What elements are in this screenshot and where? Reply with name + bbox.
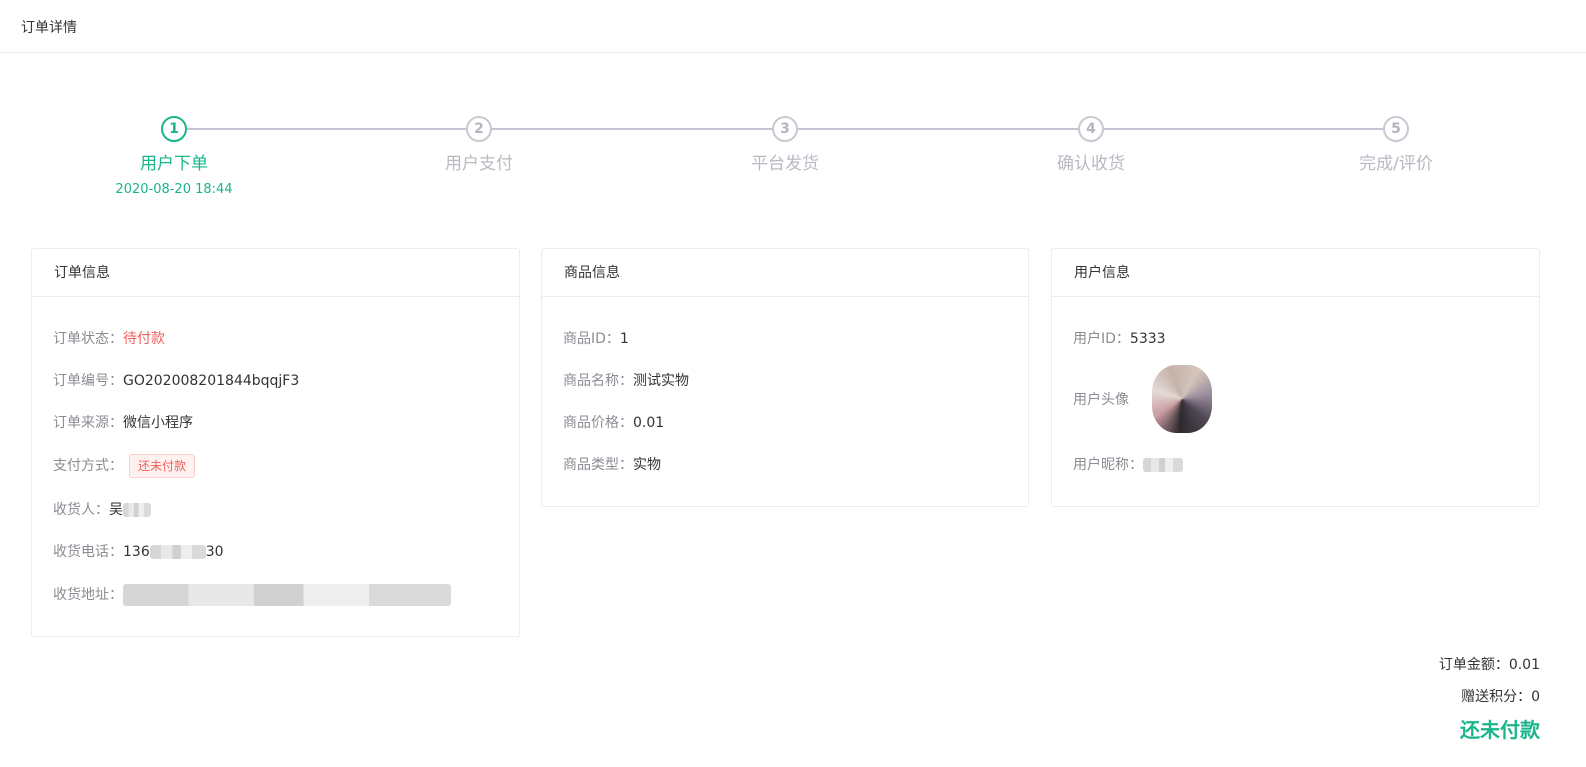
step-user-order: 1 用户下单 2020-08-20 18:44: [54, 110, 294, 197]
step-label: 平台发货: [751, 154, 819, 174]
bonus-points-value: 0: [1531, 689, 1540, 705]
phone-row: 收货电话：136 30: [53, 540, 224, 564]
payment-status-text: 还未付款: [1460, 718, 1540, 742]
goods-price-label: 商品价格：: [563, 415, 633, 431]
order-no-label: 订单编号：: [53, 373, 123, 389]
goods-name-value: 测试实物: [633, 373, 689, 389]
step-time: 2020-08-20 18:44: [115, 182, 233, 197]
order-amount-value: 0.01: [1508, 657, 1540, 673]
user-nick-row: 用户昵称：: [1073, 453, 1183, 477]
goods-id-value: 1: [619, 331, 629, 347]
goods-type-value: 实物: [633, 457, 661, 473]
bonus-points: 赠送积分：0: [1461, 686, 1540, 706]
redacted-blur: [123, 584, 451, 606]
order-info-card: 订单信息 订单状态：待付款 订单编号：GO202008201844bqqjF3 …: [31, 248, 520, 637]
order-status-value: 待付款: [123, 331, 165, 347]
step-confirm-receipt: 4 确认收货: [971, 110, 1211, 174]
user-avatar-image: [1152, 365, 1212, 433]
user-id-label: 用户ID：: [1073, 331, 1130, 347]
step-number: 3: [772, 116, 798, 142]
pay-status-tag: 还未付款: [129, 454, 196, 478]
address-row: 收货地址：: [53, 583, 451, 607]
step-number: 1: [161, 116, 187, 142]
card-title: 商品信息: [542, 249, 1028, 297]
order-no-row: 订单编号：GO202008201844bqqjF3: [53, 369, 299, 393]
goods-name-row: 商品名称：测试实物: [563, 369, 689, 393]
card-title: 订单信息: [32, 249, 519, 297]
step-number: 2: [466, 116, 492, 142]
order-detail-page: 订单详情 1 用户下单 2020-08-20 18:44 2 用户支付 3 平台…: [0, 0, 1586, 767]
user-id-value: 5333: [1129, 331, 1166, 347]
user-avatar-row: 用户头像: [1073, 388, 1129, 412]
user-nick-label: 用户昵称：: [1073, 457, 1143, 473]
step-user-pay: 2 用户支付: [359, 110, 599, 174]
order-progress-steps: 1 用户下单 2020-08-20 18:44 2 用户支付 3 平台发货 4 …: [0, 110, 1586, 210]
order-amount-label: 订单金额：: [1438, 657, 1509, 673]
phone-suffix: 30: [205, 544, 224, 560]
step-complete-review: 5 完成/评价: [1276, 110, 1516, 174]
order-source-row: 订单来源：微信小程序: [53, 411, 193, 435]
pay-method-row: 支付方式： 还未付款: [53, 454, 196, 478]
redacted-blur: [149, 545, 206, 559]
order-source-value: 微信小程序: [123, 415, 193, 431]
phone-prefix: 136: [123, 544, 150, 560]
redacted-blur: [1143, 458, 1183, 472]
page-header: 订单详情: [0, 0, 1586, 53]
redacted-blur: [123, 503, 151, 517]
step-label: 确认收货: [1057, 154, 1125, 174]
order-amount: 订单金额：0.01: [1439, 654, 1540, 674]
order-source-label: 订单来源：: [53, 415, 123, 431]
step-platform-ship: 3 平台发货: [665, 110, 905, 174]
goods-name-label: 商品名称：: [563, 373, 633, 389]
order-no-value: GO202008201844bqqjF3: [123, 373, 300, 389]
bonus-points-label: 赠送积分：: [1461, 689, 1532, 705]
user-avatar-label: 用户头像: [1073, 392, 1129, 408]
goods-id-label: 商品ID：: [563, 331, 620, 347]
goods-id-row: 商品ID：1: [563, 327, 629, 351]
phone-label: 收货电话：: [53, 544, 123, 560]
card-title: 用户信息: [1052, 249, 1539, 297]
step-label: 用户支付: [445, 154, 513, 174]
step-label: 用户下单: [140, 154, 208, 174]
goods-price-value: 0.01: [633, 415, 665, 431]
address-label: 收货地址：: [53, 587, 123, 603]
page-title: 订单详情: [21, 20, 77, 36]
step-number: 4: [1078, 116, 1104, 142]
user-id-row: 用户ID：5333: [1073, 327, 1166, 351]
pay-method-label: 支付方式：: [53, 458, 123, 474]
goods-info-card: 商品信息 商品ID：1 商品名称：测试实物 商品价格：0.01 商品类型：实物: [541, 248, 1029, 507]
receiver-value: 吴: [109, 502, 123, 518]
goods-type-row: 商品类型：实物: [563, 453, 661, 477]
step-number: 5: [1383, 116, 1409, 142]
step-label: 完成/评价: [1359, 154, 1433, 174]
goods-price-row: 商品价格：0.01: [563, 411, 664, 435]
receiver-label: 收货人：: [53, 502, 109, 518]
receiver-row: 收货人：吴: [53, 498, 151, 522]
user-info-card: 用户信息 用户ID：5333 用户头像 用户昵称：: [1051, 248, 1540, 507]
order-status-row: 订单状态：待付款: [53, 327, 165, 351]
order-status-label: 订单状态：: [53, 331, 123, 347]
goods-type-label: 商品类型：: [563, 457, 633, 473]
